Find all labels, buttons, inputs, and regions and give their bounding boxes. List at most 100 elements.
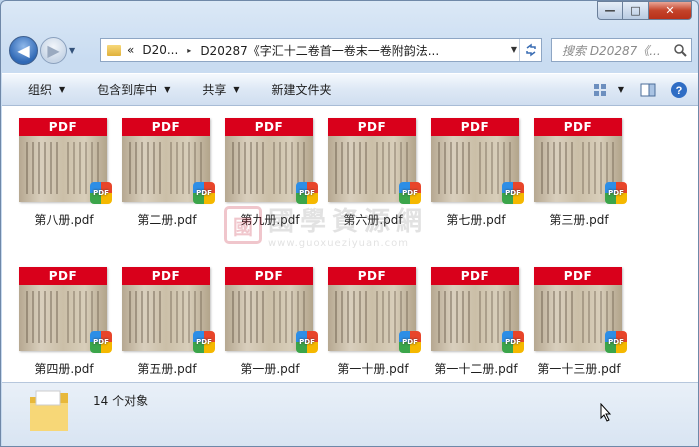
pdf-header-band: PDF bbox=[328, 267, 416, 285]
search-box[interactable]: 搜索 D20287《... bbox=[551, 38, 692, 62]
caption-buttons: — □ ✕ bbox=[597, 1, 692, 20]
file-item[interactable]: PDF PDF 第六册.pdf bbox=[323, 112, 423, 240]
pdf-app-icon: PDF bbox=[193, 331, 215, 353]
file-item[interactable]: PDF PDF 第八册.pdf bbox=[14, 112, 114, 240]
file-name: 第一十册.pdf bbox=[337, 362, 409, 376]
minimize-button[interactable]: — bbox=[597, 1, 623, 20]
command-bar: 组织 ▼ 包含到库中 ▼ 共享 ▼ 新建文件夹 ▼ ? bbox=[2, 73, 698, 106]
pdf-app-icon: PDF bbox=[90, 182, 112, 204]
view-dropdown[interactable]: ▼ bbox=[614, 79, 628, 101]
view-options-icon[interactable] bbox=[590, 79, 612, 101]
pdf-app-icon-label: PDF bbox=[505, 338, 521, 346]
search-input[interactable]: 搜索 D20287《... bbox=[562, 42, 669, 59]
explorer-window: — □ ✕ ◀ ▶ ▼ « D20... ▸ D20287《字汇十二卷首一卷末一… bbox=[0, 0, 699, 447]
new-folder-label: 新建文件夹 bbox=[271, 83, 332, 97]
pdf-header-band: PDF bbox=[534, 267, 622, 285]
pdf-app-icon: PDF bbox=[90, 331, 112, 353]
file-name: 第一十三册.pdf bbox=[537, 362, 621, 376]
pdf-app-icon: PDF bbox=[502, 331, 524, 353]
svg-text:?: ? bbox=[676, 85, 683, 97]
pdf-header-band: PDF bbox=[328, 118, 416, 136]
pdf-app-icon-label: PDF bbox=[505, 189, 521, 197]
refresh-icon bbox=[525, 43, 536, 57]
include-in-library-label: 包含到库中 bbox=[97, 83, 158, 97]
pdf-header-band: PDF bbox=[19, 267, 107, 285]
file-item[interactable]: PDF PDF 第一十三册.pdf bbox=[529, 261, 629, 382]
pdf-app-icon-label: PDF bbox=[402, 338, 418, 346]
file-name: 第九册.pdf bbox=[240, 213, 300, 227]
file-name: 第六册.pdf bbox=[343, 213, 403, 227]
organize-label: 组织 bbox=[28, 83, 53, 97]
file-name: 第四册.pdf bbox=[34, 362, 94, 376]
share-label: 共享 bbox=[202, 83, 227, 97]
help-icon[interactable]: ? bbox=[668, 79, 690, 101]
file-name: 第八册.pdf bbox=[34, 213, 94, 227]
pdf-app-icon-label: PDF bbox=[299, 189, 315, 197]
pdf-header-band: PDF bbox=[122, 118, 210, 136]
details-pane: 14 个对象 bbox=[2, 382, 698, 446]
file-item[interactable]: PDF PDF 第四册.pdf bbox=[14, 261, 114, 382]
organize-menu[interactable]: 组织 ▼ bbox=[2, 74, 79, 105]
include-in-library-menu[interactable]: 包含到库中 ▼ bbox=[79, 74, 184, 105]
chevron-down-icon: ▼ bbox=[164, 85, 171, 94]
pdf-app-icon: PDF bbox=[399, 331, 421, 353]
pdf-app-icon: PDF bbox=[296, 182, 318, 204]
back-button[interactable]: ◀ bbox=[9, 36, 38, 65]
address-bar[interactable]: « D20... ▸ D20287《字汇十二卷首一卷末一卷附韵法... ▼ bbox=[100, 38, 542, 62]
magnifier-icon[interactable] bbox=[669, 39, 691, 61]
folder-icon bbox=[28, 389, 70, 435]
new-folder-button[interactable]: 新建文件夹 bbox=[254, 74, 346, 105]
breadcrumb-current[interactable]: D20287《字汇十二卷首一卷末一卷附韵法... bbox=[200, 42, 439, 59]
pdf-app-icon-label: PDF bbox=[402, 189, 418, 197]
file-item[interactable]: PDF PDF 第七册.pdf bbox=[426, 112, 526, 240]
breadcrumb-separator[interactable]: ▸ bbox=[187, 46, 191, 55]
forward-button[interactable]: ▶ bbox=[40, 37, 67, 64]
folder-icon bbox=[107, 44, 121, 56]
address-overflow-chevron[interactable]: « bbox=[127, 43, 134, 57]
pdf-app-icon-label: PDF bbox=[299, 338, 315, 346]
file-name: 第七册.pdf bbox=[446, 213, 506, 227]
pdf-header-band: PDF bbox=[225, 118, 313, 136]
toolbar-right-icons: ▼ ? bbox=[590, 74, 698, 105]
chevron-down-icon: ▼ bbox=[59, 85, 66, 94]
file-name: 第一十二册.pdf bbox=[434, 362, 518, 376]
pdf-app-icon: PDF bbox=[605, 182, 627, 204]
pdf-header-band: PDF bbox=[534, 118, 622, 136]
pdf-app-icon-label: PDF bbox=[196, 338, 212, 346]
maximize-button[interactable]: □ bbox=[623, 1, 649, 20]
pdf-app-icon: PDF bbox=[502, 182, 524, 204]
mouse-cursor-icon bbox=[600, 402, 612, 426]
pdf-header-band: PDF bbox=[431, 267, 519, 285]
pdf-app-icon-label: PDF bbox=[608, 338, 624, 346]
file-item[interactable]: PDF PDF 第一十二册.pdf bbox=[426, 261, 526, 382]
share-menu[interactable]: 共享 ▼ bbox=[184, 74, 253, 105]
pdf-app-icon-label: PDF bbox=[93, 338, 109, 346]
refresh-button[interactable] bbox=[519, 39, 541, 61]
close-button[interactable]: ✕ bbox=[649, 1, 692, 20]
pdf-app-icon: PDF bbox=[605, 331, 627, 353]
file-item[interactable]: PDF PDF 第九册.pdf bbox=[220, 112, 320, 240]
navigation-buttons: ◀ ▶ ▼ bbox=[9, 36, 75, 65]
pdf-header-band: PDF bbox=[225, 267, 313, 285]
pdf-header-band: PDF bbox=[122, 267, 210, 285]
pdf-app-icon-label: PDF bbox=[93, 189, 109, 197]
file-item[interactable]: PDF PDF 第三册.pdf bbox=[529, 112, 629, 240]
file-item[interactable]: PDF PDF 第一册.pdf bbox=[220, 261, 320, 382]
pdf-app-icon: PDF bbox=[193, 182, 215, 204]
pdf-app-icon-label: PDF bbox=[196, 189, 212, 197]
recent-pages-dropdown[interactable]: ▼ bbox=[69, 46, 75, 55]
pdf-header-band: PDF bbox=[431, 118, 519, 136]
file-item[interactable]: PDF PDF 第五册.pdf bbox=[117, 261, 217, 382]
preview-pane-icon[interactable] bbox=[637, 79, 659, 101]
file-item[interactable]: PDF PDF 第一十册.pdf bbox=[323, 261, 423, 382]
item-count: 14 个对象 bbox=[93, 394, 149, 408]
pdf-app-icon: PDF bbox=[296, 331, 318, 353]
file-list-view[interactable]: PDF PDF 第八册.pdf PDF PDF 第二册.pdf PDF PDF 第九册.pdf P… bbox=[2, 106, 698, 382]
file-item[interactable]: PDF PDF 第二册.pdf bbox=[117, 112, 217, 240]
file-name: 第三册.pdf bbox=[549, 213, 609, 227]
address-history-dropdown[interactable]: ▼ bbox=[511, 45, 517, 54]
chevron-down-icon: ▼ bbox=[233, 85, 240, 94]
pdf-header-band: PDF bbox=[19, 118, 107, 136]
breadcrumb-parent[interactable]: D20... bbox=[142, 43, 178, 57]
pdf-app-icon: PDF bbox=[399, 182, 421, 204]
